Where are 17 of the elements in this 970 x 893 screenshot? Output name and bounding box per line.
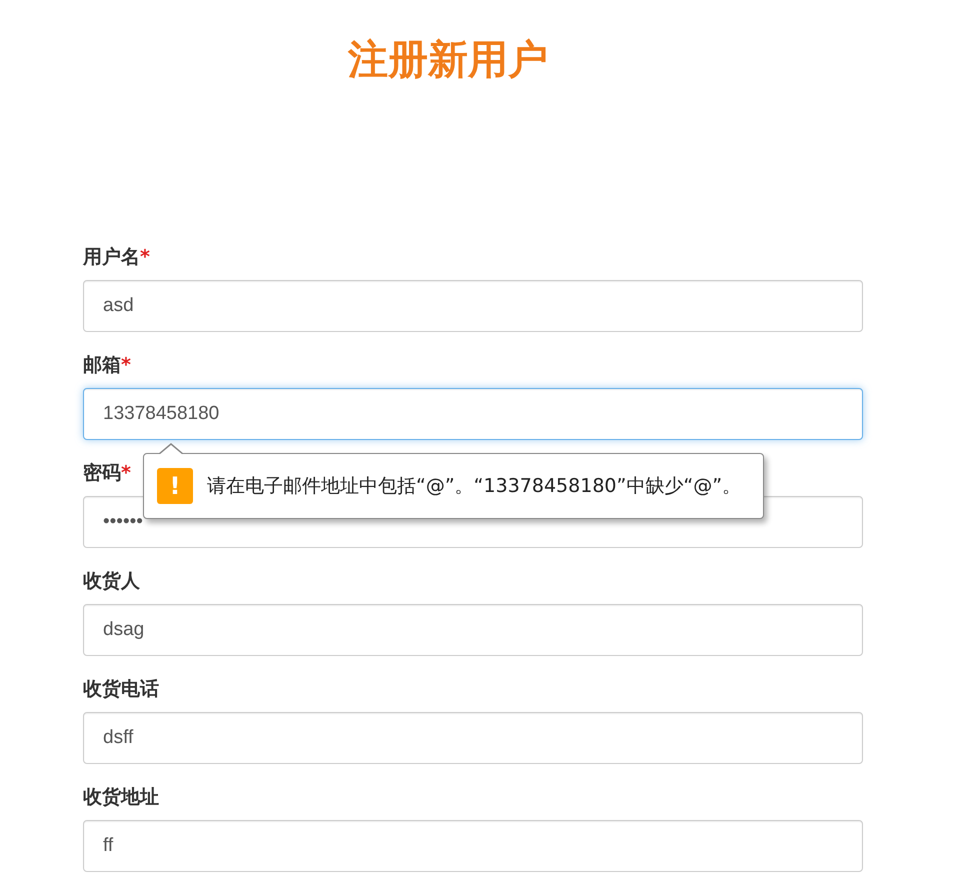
page-title: 注册新用户 [346, 36, 549, 85]
input-field[interactable]: asd [83, 280, 863, 332]
field-label: 收货电话 [83, 677, 159, 701]
required-mark: * [121, 461, 131, 485]
warning-icon: ! [157, 468, 193, 504]
field-label: 收货地址 [83, 785, 159, 809]
input-field[interactable]: dsag [83, 604, 863, 656]
required-mark: * [121, 353, 131, 377]
required-mark: * [140, 245, 150, 269]
tooltip-message: 请在电子邮件地址中包括“@”。“13378458180”中缺少“@”。 [207, 474, 742, 499]
input-field[interactable]: dsff [83, 712, 863, 764]
field-label: 用户名 [83, 245, 140, 269]
input-field[interactable]: 13378458180 [83, 388, 863, 440]
field-label: 邮箱 [83, 353, 121, 377]
input-field[interactable]: ff [83, 820, 863, 872]
field-label: 收货人 [83, 569, 140, 593]
field-label: 密码 [83, 461, 121, 485]
